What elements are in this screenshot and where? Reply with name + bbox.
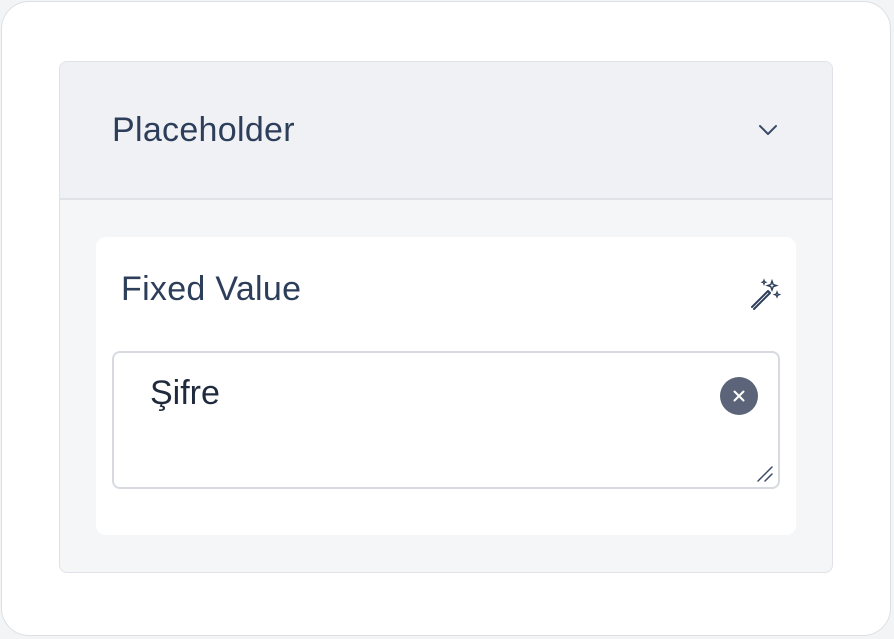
field-label: Fixed Value [121,270,302,308]
close-icon [733,390,745,402]
clear-button[interactable] [720,377,758,415]
panel-header[interactable]: Placeholder [60,62,832,200]
textarea-value: Şifre [150,374,220,412]
resize-handle-icon[interactable] [754,463,774,483]
panel-title: Placeholder [112,111,295,149]
panel-body: Fixed Value Şifre [96,237,796,535]
placeholder-panel: Placeholder Fixed Value Şifre [59,61,833,573]
magic-wand-icon[interactable] [746,277,782,313]
app-frame: Placeholder Fixed Value Şifre [1,1,891,636]
chevron-down-icon[interactable] [756,118,780,142]
fixed-value-textarea[interactable]: Şifre [112,351,780,489]
